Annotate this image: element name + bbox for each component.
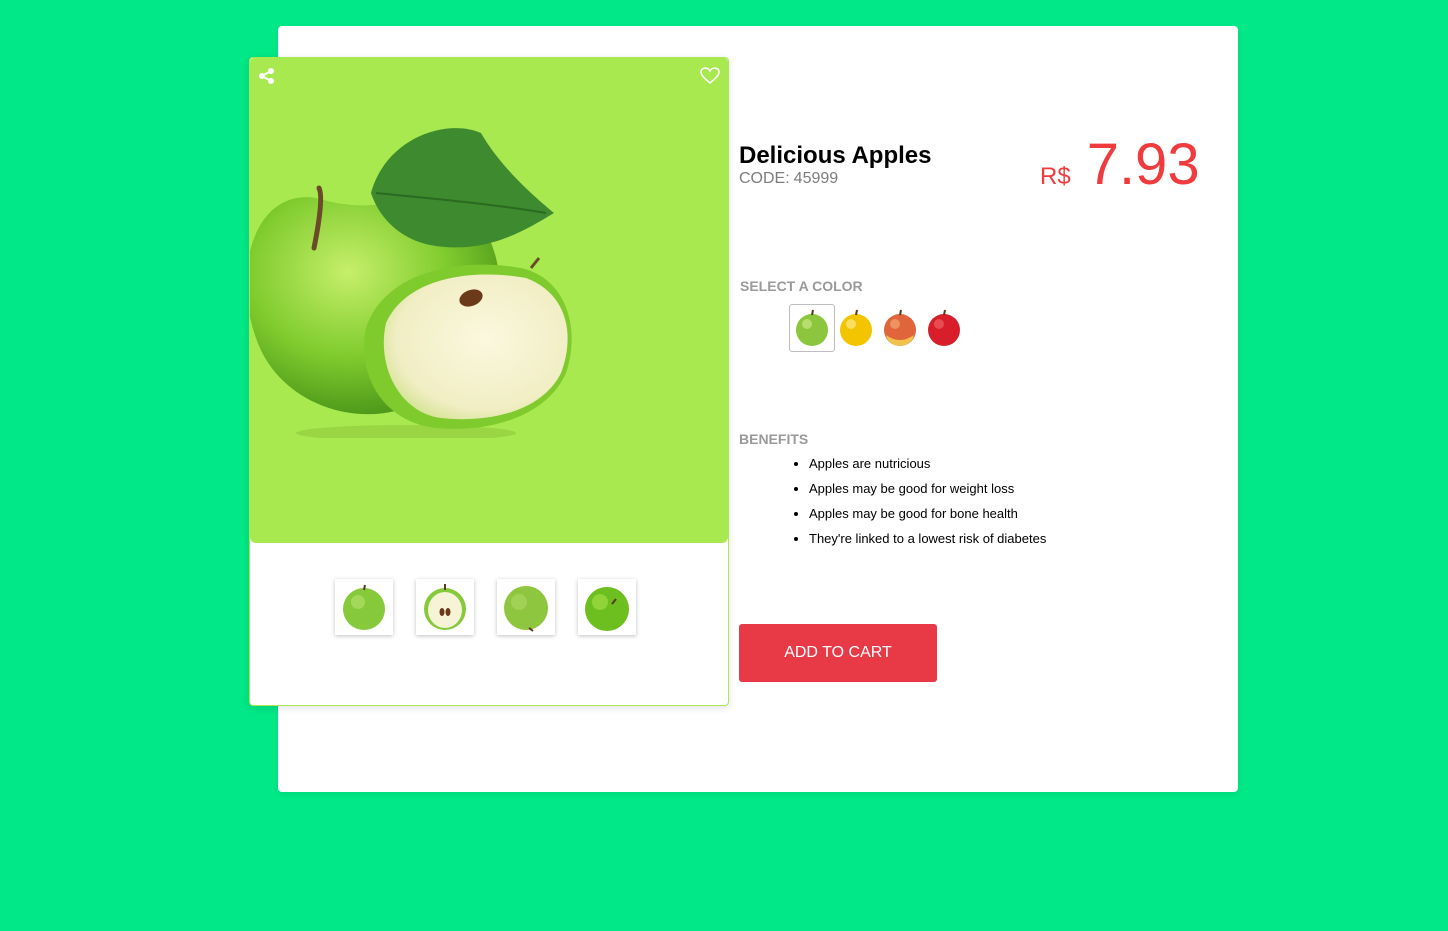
share-icon[interactable] xyxy=(258,67,278,87)
color-swatch-yellow[interactable] xyxy=(833,304,879,352)
product-code: CODE: 45999 xyxy=(739,170,838,188)
benefit-item: They're linked to a lowest risk of diabe… xyxy=(809,530,1046,555)
hero-image xyxy=(250,58,728,543)
color-swatches xyxy=(789,304,965,352)
thumbnail-2[interactable] xyxy=(416,579,474,635)
color-section-label: SELECT A COLOR xyxy=(740,278,863,294)
benefit-item: Apples may be good for bone health xyxy=(809,505,1046,530)
heart-icon[interactable] xyxy=(700,67,720,87)
thumbnail-1[interactable] xyxy=(335,579,393,635)
benefit-item: Apples are nutricious xyxy=(809,455,1046,480)
product-code-value: 45999 xyxy=(793,170,839,187)
product-gallery xyxy=(249,57,729,706)
benefits-section-label: BENEFITS xyxy=(739,431,809,447)
color-swatch-green[interactable] xyxy=(789,304,835,352)
color-swatch-red-yellow[interactable] xyxy=(877,304,923,352)
color-swatch-red[interactable] xyxy=(921,304,967,352)
benefit-item: Apples may be good for weight loss xyxy=(809,480,1046,505)
thumbnail-3[interactable] xyxy=(497,579,555,635)
green-apple-image xyxy=(250,128,572,438)
benefits-list: Apples are nutricious Apples may be good… xyxy=(789,455,1046,555)
product-price: R$ 7.93 xyxy=(1040,132,1200,198)
thumbnail-strip xyxy=(335,579,636,635)
price-currency: R$ xyxy=(1040,163,1071,190)
add-to-cart-button[interactable]: ADD TO CART xyxy=(739,624,937,682)
thumbnail-4[interactable] xyxy=(578,579,636,635)
price-amount: 7.93 xyxy=(1086,132,1200,197)
product-code-label: CODE: xyxy=(739,170,790,187)
product-title: Delicious Apples xyxy=(739,142,932,169)
